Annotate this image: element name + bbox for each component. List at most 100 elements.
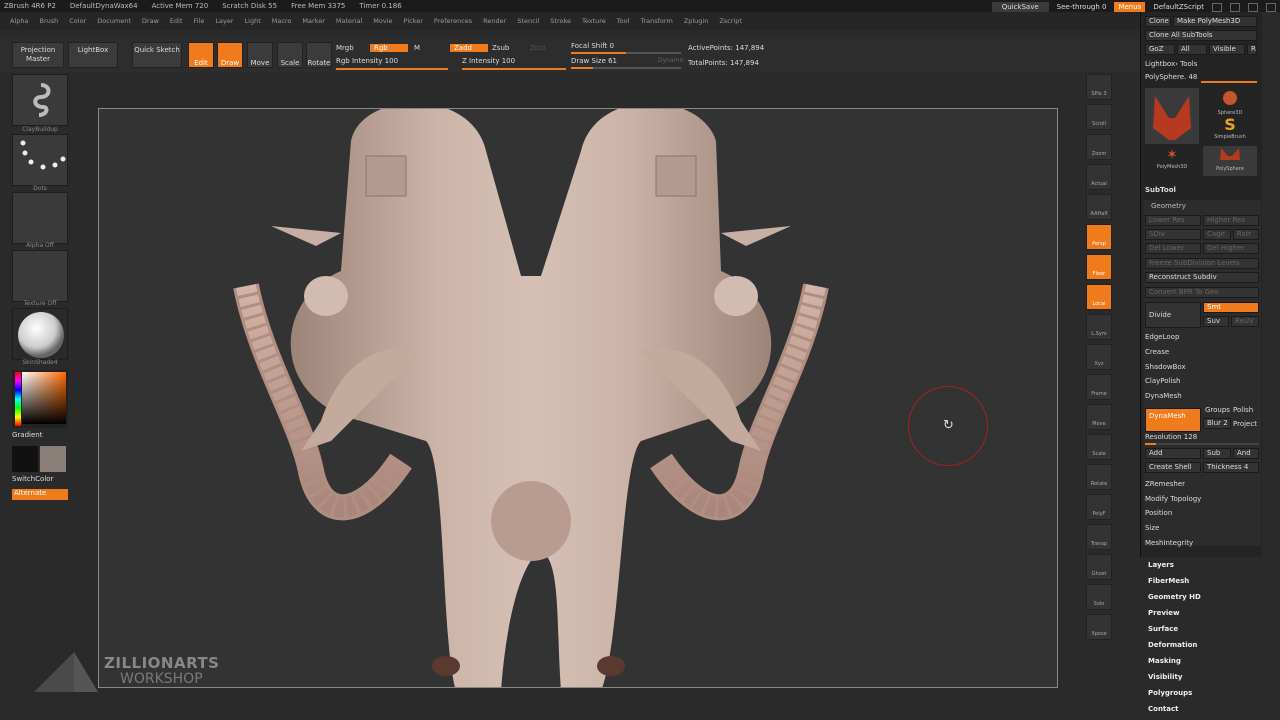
- tool-thumb-polysphere[interactable]: [1145, 88, 1199, 144]
- shelf-solo-button[interactable]: Solo: [1086, 584, 1112, 610]
- quicksave-button[interactable]: QuickSave: [991, 2, 1049, 12]
- shelf-scale-button[interactable]: Scale: [1086, 434, 1112, 460]
- sub-button[interactable]: Sub: [1203, 448, 1231, 459]
- subpalette-layers[interactable]: Layers: [1148, 561, 1174, 569]
- menu-tool[interactable]: Tool: [617, 17, 630, 25]
- menu-movie[interactable]: Movie: [373, 17, 392, 25]
- menu-brush[interactable]: Brush: [39, 17, 58, 25]
- rotate-button[interactable]: Rotate: [306, 42, 332, 68]
- blur-slider[interactable]: Blur 2: [1203, 418, 1231, 429]
- higher-res-button[interactable]: Higher Res: [1203, 215, 1259, 226]
- project-toggle[interactable]: Project: [1233, 420, 1257, 428]
- stroke-thumbnail[interactable]: [12, 134, 68, 186]
- del-higher-button[interactable]: Del Higher: [1203, 243, 1259, 254]
- maximize-icon[interactable]: [1248, 2, 1258, 12]
- lower-res-button[interactable]: Lower Res: [1145, 215, 1201, 226]
- claypolish-header[interactable]: ClayPolish: [1145, 377, 1181, 385]
- shelf-ghost-button[interactable]: Ghost: [1086, 554, 1112, 580]
- sdiv-slider[interactable]: SDiv: [1145, 229, 1201, 240]
- menu-texture[interactable]: Texture: [582, 17, 606, 25]
- shelf-floor-button[interactable]: Floor: [1086, 254, 1112, 280]
- visible-button[interactable]: Visible: [1209, 44, 1245, 55]
- default-zscript-button[interactable]: DefaultZScript: [1153, 3, 1204, 11]
- menu-stencil[interactable]: Stencil: [517, 17, 539, 25]
- goz-button[interactable]: GoZ: [1145, 44, 1175, 55]
- clone-button[interactable]: Clone: [1145, 16, 1171, 27]
- z-intensity-slider[interactable]: Z Intensity 100: [462, 57, 515, 65]
- main-color-swatch[interactable]: [12, 446, 38, 472]
- shelf-l-sym-button[interactable]: L.Sym: [1086, 314, 1112, 340]
- shelf-actual-button[interactable]: Actual: [1086, 164, 1112, 190]
- menu-render[interactable]: Render: [483, 17, 506, 25]
- minimize-icon[interactable]: [1230, 2, 1240, 12]
- z-intensity-track[interactable]: [462, 68, 566, 70]
- subpalette-polygroups[interactable]: Polygroups: [1148, 689, 1192, 697]
- tool-thumb-sphere3d[interactable]: Sphere3D: [1203, 88, 1257, 116]
- shelf-persp-button[interactable]: Persp: [1086, 224, 1112, 250]
- menu-preferences[interactable]: Preferences: [434, 17, 472, 25]
- quick-sketch-button[interactable]: Quick Sketch: [132, 42, 182, 68]
- menu-macro[interactable]: Macro: [272, 17, 292, 25]
- focal-shift-track[interactable]: [571, 52, 681, 54]
- switch-color-button[interactable]: SwitchColor: [12, 475, 53, 483]
- and-button[interactable]: And: [1233, 448, 1259, 459]
- menu-picker[interactable]: Picker: [404, 17, 423, 25]
- crease-header[interactable]: Crease: [1145, 348, 1169, 356]
- resolution-slider[interactable]: Resolution 128: [1145, 433, 1197, 441]
- subtool-header[interactable]: SubTool: [1145, 186, 1176, 194]
- close-icon[interactable]: [1266, 2, 1276, 12]
- brush-thumbnail[interactable]: [12, 74, 68, 126]
- draw-size-track[interactable]: [571, 67, 681, 69]
- canvas-viewport[interactable]: [98, 108, 1058, 688]
- rgb-intensity-slider[interactable]: Rgb Intensity 100: [336, 57, 398, 65]
- convert-bpr-button[interactable]: Convert BPR To Geo: [1145, 287, 1259, 298]
- dynamesh-button[interactable]: DynaMesh: [1145, 408, 1201, 432]
- create-shell-button[interactable]: Create Shell: [1145, 462, 1201, 473]
- modify-topology-header[interactable]: Modify Topology: [1145, 495, 1201, 503]
- menu-draw[interactable]: Draw: [142, 17, 159, 25]
- groups-toggle[interactable]: Groups: [1205, 406, 1230, 414]
- shelf-xpose-button[interactable]: Xpose: [1086, 614, 1112, 640]
- shelf-spix-3-button[interactable]: SPix 3: [1086, 74, 1112, 100]
- rgb-intensity-track[interactable]: [336, 68, 448, 70]
- lightbox-tools-button[interactable]: Lightbox› Tools: [1145, 60, 1197, 68]
- move-button[interactable]: Move: [247, 42, 273, 68]
- shelf-polyf-button[interactable]: PolyF: [1086, 494, 1112, 520]
- menu-zplugin[interactable]: Zplugin: [684, 17, 709, 25]
- tool-slider[interactable]: [1201, 81, 1257, 83]
- edgeloop-header[interactable]: EdgeLoop: [1145, 333, 1179, 341]
- shelf-zoom-button[interactable]: Zoom: [1086, 134, 1112, 160]
- r-button[interactable]: R: [1247, 44, 1257, 55]
- lightbox-button[interactable]: LightBox: [68, 42, 118, 68]
- texture-thumbnail[interactable]: [12, 250, 68, 302]
- size-header[interactable]: Size: [1145, 524, 1159, 532]
- scale-button[interactable]: Scale: [277, 42, 303, 68]
- shelf-frame-button[interactable]: Frame: [1086, 374, 1112, 400]
- projection-master-button[interactable]: Projection Master: [12, 42, 64, 68]
- polish-toggle[interactable]: Polish: [1233, 406, 1253, 414]
- alternate-button[interactable]: Alternate: [12, 489, 68, 500]
- draw-button[interactable]: Draw: [217, 42, 243, 68]
- menu-stroke[interactable]: Stroke: [550, 17, 571, 25]
- shelf-local-button[interactable]: Local: [1086, 284, 1112, 310]
- make-polymesh-button[interactable]: Make PolyMesh3D: [1173, 16, 1257, 27]
- subpalette-visibility[interactable]: Visibility: [1148, 673, 1182, 681]
- tool-thumb-polymesh3d[interactable]: ✶ PolyMesh3D: [1145, 146, 1199, 176]
- zadd-toggle[interactable]: Zadd: [450, 44, 488, 52]
- m-toggle[interactable]: M: [414, 44, 420, 52]
- mrgb-toggle[interactable]: Mrgb: [336, 44, 354, 52]
- divide-button[interactable]: Divide: [1145, 302, 1201, 328]
- menu-document[interactable]: Document: [97, 17, 131, 25]
- rgb-toggle[interactable]: Rgb: [370, 44, 408, 52]
- menu-color[interactable]: Color: [69, 17, 86, 25]
- edit-button[interactable]: Edit: [188, 42, 214, 68]
- reuv-button[interactable]: ReUV: [1231, 316, 1259, 327]
- shadowbox-header[interactable]: ShadowBox: [1145, 363, 1186, 371]
- draw-size-slider[interactable]: Draw Size 61: [571, 57, 617, 65]
- shelf-rotate-button[interactable]: Rotate: [1086, 464, 1112, 490]
- subpalette-preview[interactable]: Preview: [1148, 609, 1180, 617]
- add-button[interactable]: Add: [1145, 448, 1201, 459]
- zremesher-header[interactable]: ZRemesher: [1145, 480, 1185, 488]
- menu-zscript[interactable]: Zscript: [719, 17, 742, 25]
- meshintegrity-header[interactable]: MeshIntegrity: [1145, 539, 1193, 547]
